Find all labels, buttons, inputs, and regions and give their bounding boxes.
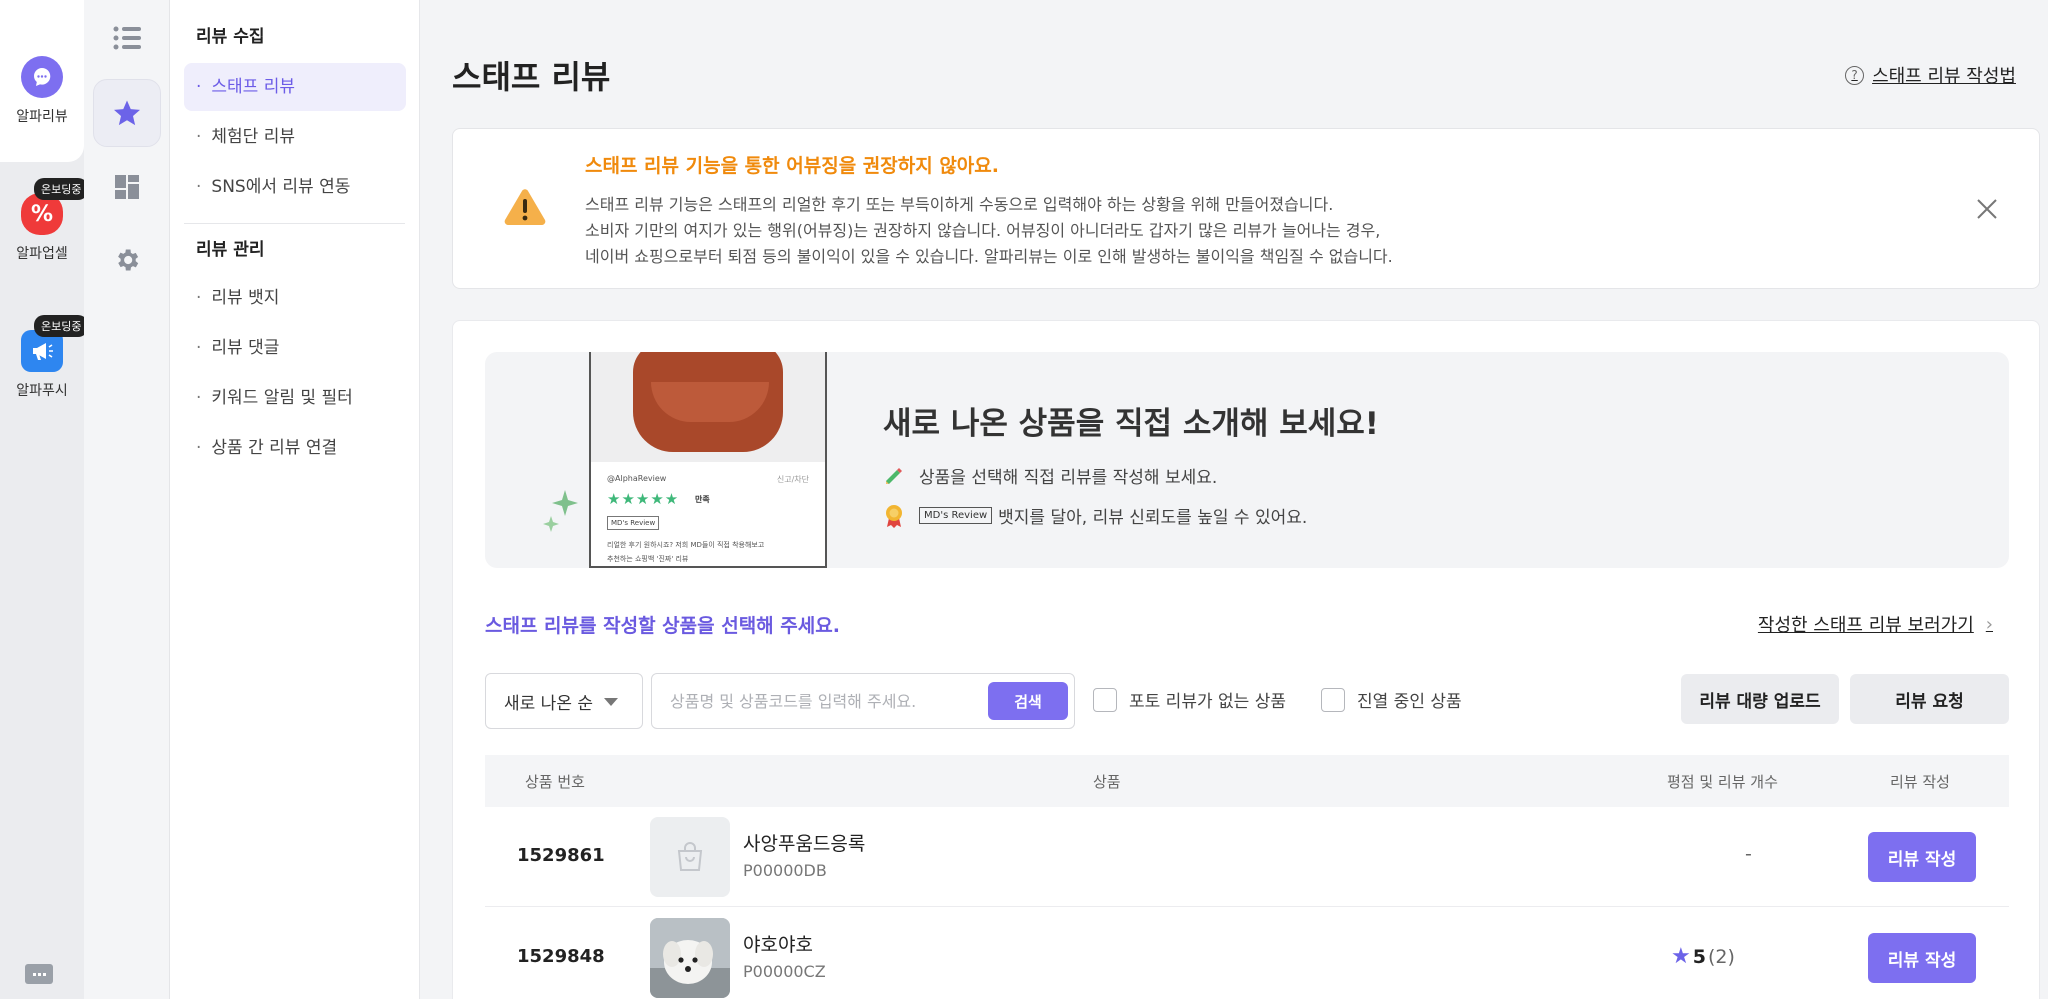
promo-banner: @AlphaReview 신고/차단 ★★★★★ 만족 MD's Review …: [485, 352, 2009, 568]
app-rail: 알파리뷰 % 알파업셀 온보딩중 알파푸시 온보딩중: [0, 0, 89, 999]
phone-mockup: @AlphaReview 신고/차단 ★★★★★ 만족 MD's Review …: [589, 352, 827, 568]
mock-report: 신고/차단: [776, 475, 809, 484]
menu-item-review-link[interactable]: 상품 간 리뷰 연결: [184, 424, 406, 472]
sidebar-menu: 리뷰 수집 스태프 리뷰 체험단 리뷰 SNS에서 리뷰 연동 리뷰 관리 리뷰…: [170, 0, 420, 999]
star-icon: [114, 100, 140, 126]
mock-review-text: 리얼한 후기 원하시죠? 저희 MD들이 직접 착용해보고: [607, 541, 765, 549]
mock-username: @AlphaReview: [607, 474, 667, 483]
keyboard-icon[interactable]: [25, 964, 53, 984]
write-review-button[interactable]: 리뷰 작성: [1868, 832, 1976, 882]
banner-line: 상품을 선택해 직접 리뷰를 작성해 보세요.: [883, 463, 1217, 488]
product-thumbnail: [650, 817, 730, 897]
dog-photo-icon: [650, 918, 730, 998]
menu-item-staff-review[interactable]: 스태프 리뷰: [184, 63, 406, 111]
view-written-reviews-link[interactable]: 작성한 스태프 리뷰 보러가기 ›: [1758, 611, 1993, 637]
bulk-upload-button[interactable]: 리뷰 대량 업로드: [1681, 674, 1839, 724]
list-tool[interactable]: [93, 4, 161, 72]
onboarding-badge: 온보딩중: [34, 315, 89, 337]
onboarding-badge: 온보딩중: [34, 178, 89, 200]
mock-md-badge: MD's Review: [607, 516, 660, 530]
product-name: 야호야호: [743, 934, 813, 956]
dashboard-tool[interactable]: [93, 153, 161, 221]
content-card: @AlphaReview 신고/차단 ★★★★★ 만족 MD's Review …: [452, 320, 2040, 999]
rating-score: 5: [1692, 945, 1706, 968]
main-content: 스태프 리뷰 ? 스태프 리뷰 작성법 스태프 리뷰 기능을 통한 어뷰징을 권…: [420, 0, 2048, 999]
warning-text: 네이버 쇼핑으로부터 퇴점 등의 불이익이 있을 수 있습니다. 알파리뷰는 이…: [585, 247, 1393, 266]
app-alpha-upsell[interactable]: % 알파업셀: [0, 193, 84, 263]
product-name: 사앙푸움드응록: [743, 833, 866, 855]
banner-title: 새로 나온 상품을 직접 소개해 보세요!: [883, 406, 1379, 442]
chat-bubble-icon: [21, 56, 63, 98]
star-icon: ★: [1671, 944, 1691, 969]
menu-item-sns-review[interactable]: SNS에서 리뷰 연동: [184, 163, 406, 211]
column-header: 리뷰 작성: [1890, 773, 1950, 791]
bag-image: [591, 352, 825, 462]
close-icon[interactable]: [1975, 197, 1999, 221]
column-header: 상품: [1093, 773, 1121, 791]
product-code: P00000CZ: [743, 962, 826, 981]
list-icon: [113, 26, 141, 50]
mock-rating: 만족: [695, 495, 710, 504]
table-row[interactable]: 1529861 사앙푸움드응록 P00000DB - 리뷰 작성: [485, 807, 2009, 907]
review-request-button[interactable]: 리뷰 요청: [1850, 674, 2009, 724]
tool-rail: [84, 0, 170, 999]
help-link[interactable]: ? 스태프 리뷰 작성법: [1845, 62, 2016, 88]
menu-section-title: 리뷰 관리: [196, 240, 265, 260]
dashboard-icon: [115, 175, 139, 199]
table-row[interactable]: 1529848 야호야호 P00000CZ ★ 5 (2) 리뷰 작성: [485, 908, 2009, 999]
menu-item-trial-review[interactable]: 체험단 리뷰: [184, 113, 406, 161]
search-button[interactable]: 검색: [988, 682, 1068, 720]
sparkle-icon: [543, 490, 578, 532]
select-prompt: 스태프 리뷰를 작성할 상품을 선택해 주세요.: [485, 615, 840, 637]
filter-no-photo[interactable]: 포토 리뷰가 없는 상품: [1093, 687, 1286, 712]
menu-item-keyword-filter[interactable]: 키워드 알림 및 필터: [184, 374, 406, 422]
app-label: 알파리뷰: [16, 109, 68, 125]
product-code: P00000DB: [743, 861, 827, 880]
search-input[interactable]: [670, 688, 970, 714]
rating: ★ 5 (2): [1671, 944, 1735, 969]
settings-tool[interactable]: [93, 226, 161, 294]
warning-text: 스태프 리뷰 기능은 스태프의 리얼한 후기 또는 부득이하게 수동으로 입력해…: [585, 195, 1334, 214]
column-header: 상품 번호: [525, 773, 585, 791]
product-thumbnail: [650, 918, 730, 998]
help-link-label: 스태프 리뷰 작성법: [1872, 66, 2016, 87]
warning-text: 소비자 기만의 여지가 있는 행위(어뷰징)는 권장하지 않습니다. 어뷰징이 …: [585, 221, 1381, 240]
warning-icon: [504, 189, 546, 225]
table-header: 상품 번호 상품 평점 및 리뷰 개수 리뷰 작성: [485, 755, 2009, 807]
pencil-icon: [886, 467, 902, 484]
menu-divider: [184, 223, 405, 224]
app-alpha-push[interactable]: 알파푸시: [0, 330, 84, 400]
checkbox[interactable]: [1321, 687, 1345, 712]
app-label: 알파푸시: [16, 383, 68, 399]
question-icon: ?: [1845, 65, 1865, 85]
gear-icon: [118, 249, 139, 271]
checkbox[interactable]: [1093, 687, 1117, 712]
mock-review-text: 추천하는 쇼핑백 '진짜' 리뷰: [607, 555, 689, 563]
review-tool[interactable]: [93, 79, 161, 147]
menu-item-review-badge[interactable]: 리뷰 뱃지: [184, 274, 406, 322]
product-number: 1529848: [517, 946, 605, 967]
chevron-down-icon: [604, 698, 618, 706]
chevron-right-icon: ›: [1985, 613, 1993, 635]
write-review-button[interactable]: 리뷰 작성: [1868, 933, 1976, 983]
shopping-bag-icon: [677, 842, 703, 871]
app-alpha-review[interactable]: 알파리뷰: [0, 0, 84, 162]
column-header: 평점 및 리뷰 개수: [1667, 773, 1778, 791]
mock-stars: ★★★★★: [607, 490, 680, 508]
menu-section-title: 리뷰 수집: [196, 27, 265, 47]
rating-empty: -: [1745, 843, 1752, 865]
medal-icon: [886, 504, 902, 528]
page-title: 스태프 리뷰: [452, 58, 611, 96]
warning-box: 스태프 리뷰 기능을 통한 어뷰징을 권장하지 않아요. 스태프 리뷰 기능은 …: [452, 128, 2040, 289]
warning-title: 스태프 리뷰 기능을 통한 어뷰징을 권장하지 않아요.: [585, 155, 999, 177]
banner-line: MD's Review 뱃지를 달아, 리뷰 신뢰도를 높일 수 있어요.: [883, 503, 1307, 528]
menu-item-review-comment[interactable]: 리뷰 댓글: [184, 324, 406, 372]
search-box: 검색: [651, 673, 1075, 729]
sort-select[interactable]: 새로 나온 순: [485, 673, 643, 729]
filter-on-display[interactable]: 진열 중인 상품: [1321, 687, 1462, 712]
product-number: 1529861: [517, 845, 605, 866]
md-review-badge: MD's Review: [919, 507, 993, 524]
app-label: 알파업셀: [16, 246, 68, 262]
review-count: (2): [1707, 945, 1735, 968]
